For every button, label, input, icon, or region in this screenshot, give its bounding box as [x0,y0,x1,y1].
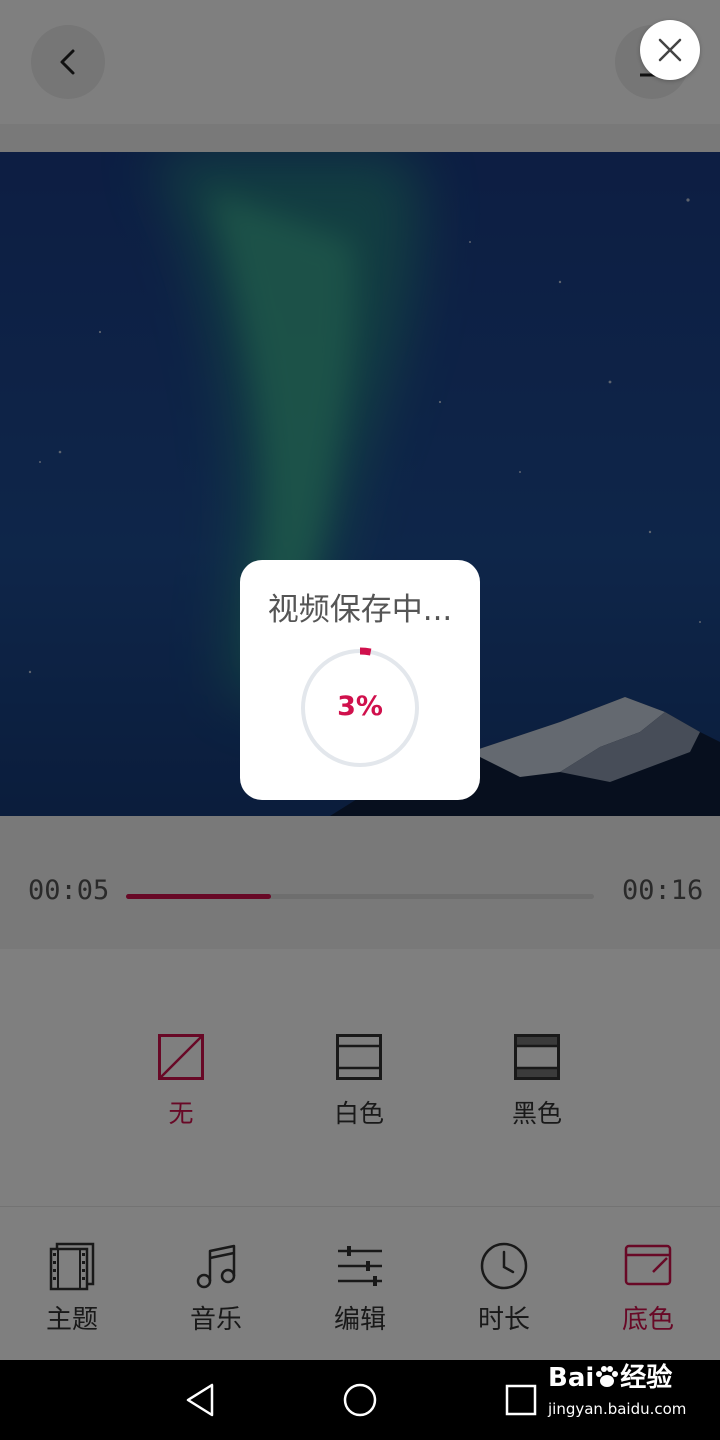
watermark-brand: Bai [548,1363,595,1393]
watermark: Bai 经验 jingyan.baidu.com [548,1362,686,1418]
watermark-url: jingyan.baidu.com [548,1400,687,1418]
saving-dialog: 视频保存中... 3% [240,560,480,800]
paw-icon [596,1366,619,1387]
watermark-brand-cn: 经验 [620,1363,673,1393]
saving-dialog-title: 视频保存中... [267,592,453,628]
close-icon [658,38,682,62]
app-screen: 00:05 00:16 无 白色 黑色 [0,0,720,1361]
nav-home-button[interactable] [342,1382,378,1418]
nav-recents-button[interactable] [505,1384,537,1416]
nav-back-button[interactable] [184,1382,216,1418]
close-dialog-button[interactable] [640,20,700,80]
progress-percent: 3% [337,691,383,722]
